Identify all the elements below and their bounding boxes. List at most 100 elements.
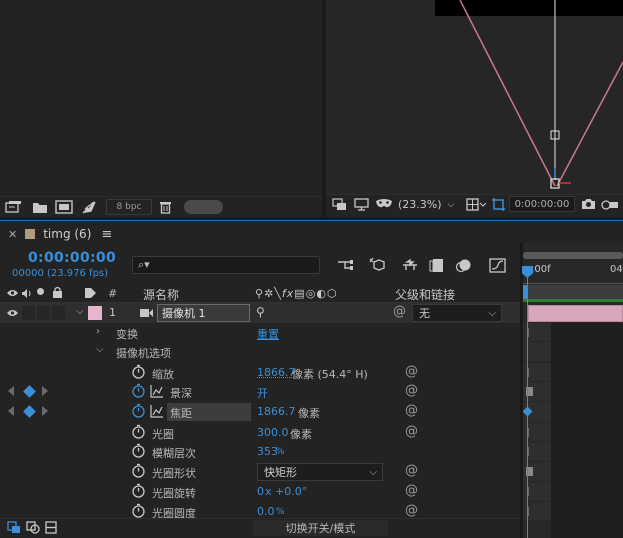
add-keyframe-icon[interactable]: [23, 385, 36, 398]
work-area-bar[interactable]: [523, 285, 623, 299]
property-row-iris-shape[interactable]: 光圈形状 快矩形 ⌵ @: [0, 462, 520, 482]
solo-toggle[interactable]: [37, 306, 50, 320]
layer-switches-toggle-icon[interactable]: [7, 521, 21, 534]
lock-toggle[interactable]: [52, 306, 65, 320]
draft-3d-button[interactable]: [367, 256, 387, 274]
shy-layers-button[interactable]: [400, 256, 420, 274]
expression-pickwhip-icon[interactable]: @: [405, 383, 418, 398]
source-name-header[interactable]: 源名称: [143, 286, 179, 303]
new-folder-button[interactable]: [30, 199, 50, 215]
toggle-switches-modes-button[interactable]: 切换开关/模式: [253, 520, 388, 536]
property-row-blur-level[interactable]: 模糊层次 353 %: [0, 442, 520, 462]
stopwatch-icon[interactable]: [131, 483, 146, 498]
layer-label-color[interactable]: [88, 306, 102, 320]
chevron-down-icon[interactable]: ⌵: [96, 344, 104, 355]
stopwatch-icon[interactable]: [131, 364, 146, 379]
monitor-button[interactable]: [352, 196, 370, 212]
parent-dropdown[interactable]: 无 ⌵: [412, 304, 502, 322]
camera-shy-switch-icon[interactable]: ⚲: [256, 305, 265, 319]
layer-name-field[interactable]: 摄像机 1: [157, 304, 250, 322]
show-snapshot-icon: [601, 199, 618, 210]
close-icon[interactable]: ✕: [8, 228, 17, 241]
audio-toggle[interactable]: [22, 306, 35, 320]
pickwhip-icon[interactable]: @: [393, 304, 406, 319]
stopwatch-icon[interactable]: [131, 503, 146, 518]
graph-icon[interactable]: [150, 404, 164, 418]
stopwatch-active-icon[interactable]: [131, 403, 146, 418]
group-row-camera-options[interactable]: ⌵ 摄像机选项: [0, 342, 520, 362]
chevron-right-icon[interactable]: ›: [96, 326, 100, 337]
viewer-timecode[interactable]: 0:00:00:00: [509, 196, 575, 212]
property-value[interactable]: 1866.7: [257, 405, 296, 418]
next-keyframe-icon[interactable]: [42, 406, 48, 416]
panel-menu-icon[interactable]: ≡: [101, 227, 112, 242]
time-navigator[interactable]: [523, 252, 623, 259]
property-value[interactable]: 开: [257, 385, 268, 401]
always-preview-button[interactable]: [330, 196, 348, 212]
in-out-toggle-icon[interactable]: [45, 521, 57, 534]
graph-icon[interactable]: [150, 384, 164, 398]
timeline-tab[interactable]: ✕ timg (6) ≡: [8, 225, 118, 243]
property-unit: x +0.0°: [265, 485, 308, 498]
transfer-controls-toggle-icon[interactable]: [26, 521, 40, 534]
project-scroll-thumb[interactable]: [184, 200, 223, 214]
frame-blending-button[interactable]: [426, 256, 446, 274]
property-row-zoom[interactable]: 缩放 1866.7 像素 (54.4° H) @: [0, 363, 520, 383]
add-keyframe-icon[interactable]: [23, 405, 36, 418]
layer-search-input[interactable]: ⌕▾: [132, 256, 320, 274]
current-time-display[interactable]: 0:00:00:00: [28, 250, 116, 266]
ruler-end-label: 04: [610, 264, 623, 275]
stopwatch-icon[interactable]: [131, 424, 146, 439]
parent-value: 无: [419, 307, 430, 320]
render-queue-button[interactable]: [79, 199, 99, 215]
property-unit: 像素: [290, 428, 312, 441]
group-row-transform[interactable]: › 变换 重置: [0, 323, 520, 343]
next-keyframe-icon[interactable]: [42, 386, 48, 396]
monitor-icon: [353, 197, 369, 211]
expression-pickwhip-icon[interactable]: @: [405, 403, 418, 418]
stopwatch-icon[interactable]: [131, 463, 146, 478]
prev-keyframe-icon[interactable]: [8, 406, 14, 416]
property-row-focus-distance[interactable]: 焦距 1866.7 像素 @: [0, 402, 520, 422]
new-composition-button[interactable]: [54, 199, 74, 215]
bpc-button[interactable]: 8 bpc: [106, 199, 152, 215]
expression-pickwhip-icon[interactable]: @: [405, 463, 418, 478]
mask-visibility-button[interactable]: [374, 196, 394, 212]
collapse-switch-icon: ✲: [264, 287, 275, 300]
prev-keyframe-icon[interactable]: [8, 386, 14, 396]
snapshot-button[interactable]: [579, 196, 597, 212]
transform-reset-link[interactable]: 重置: [257, 326, 279, 342]
current-time-indicator-work[interactable]: [523, 285, 528, 299]
expand-chevron-icon[interactable]: ⌵: [76, 306, 84, 317]
comp-flowchart-button[interactable]: [335, 256, 355, 274]
layer-row-camera[interactable]: ⌵ 1 摄像机 1 ⚲ @ 无 ⌵: [0, 303, 520, 323]
property-value[interactable]: 1866.7: [257, 366, 296, 379]
expression-pickwhip-icon[interactable]: @: [405, 483, 418, 498]
interpret-footage-button[interactable]: [4, 199, 24, 215]
iris-shape-dropdown[interactable]: 快矩形 ⌵: [257, 463, 383, 481]
mask-icon: [376, 199, 392, 208]
zoom-dropdown[interactable]: (23.3%) ⌵: [398, 197, 460, 212]
property-value[interactable]: 300.0: [257, 426, 289, 439]
layer-duration-bar[interactable]: [528, 305, 623, 322]
property-row-depth-of-field[interactable]: 景深 开 @: [0, 382, 520, 402]
expression-pickwhip-icon[interactable]: @: [405, 424, 418, 439]
property-value[interactable]: 353: [257, 445, 278, 458]
property-row-aperture[interactable]: 光圈 300.0 像素 @: [0, 423, 520, 443]
property-row-iris-rotation[interactable]: 光圈旋转 0 x +0.0° @: [0, 482, 520, 502]
always-preview-icon: [331, 197, 346, 210]
stopwatch-active-icon[interactable]: [131, 383, 146, 398]
visibility-toggle-icon[interactable]: [6, 308, 19, 318]
show-snapshot-button[interactable]: [600, 196, 620, 212]
expression-pickwhip-icon[interactable]: @: [405, 503, 418, 518]
property-value[interactable]: 0.0: [257, 505, 275, 518]
time-ruler[interactable]: [523, 276, 623, 284]
delete-button[interactable]: [156, 199, 174, 215]
region-of-interest-button[interactable]: [489, 196, 507, 212]
property-value[interactable]: 0: [257, 485, 264, 498]
grid-guides-button[interactable]: [465, 196, 487, 212]
graph-editor-button[interactable]: [487, 256, 507, 274]
stopwatch-icon[interactable]: [131, 443, 146, 458]
expression-pickwhip-icon[interactable]: @: [405, 364, 418, 379]
motion-blur-button[interactable]: [453, 256, 473, 274]
